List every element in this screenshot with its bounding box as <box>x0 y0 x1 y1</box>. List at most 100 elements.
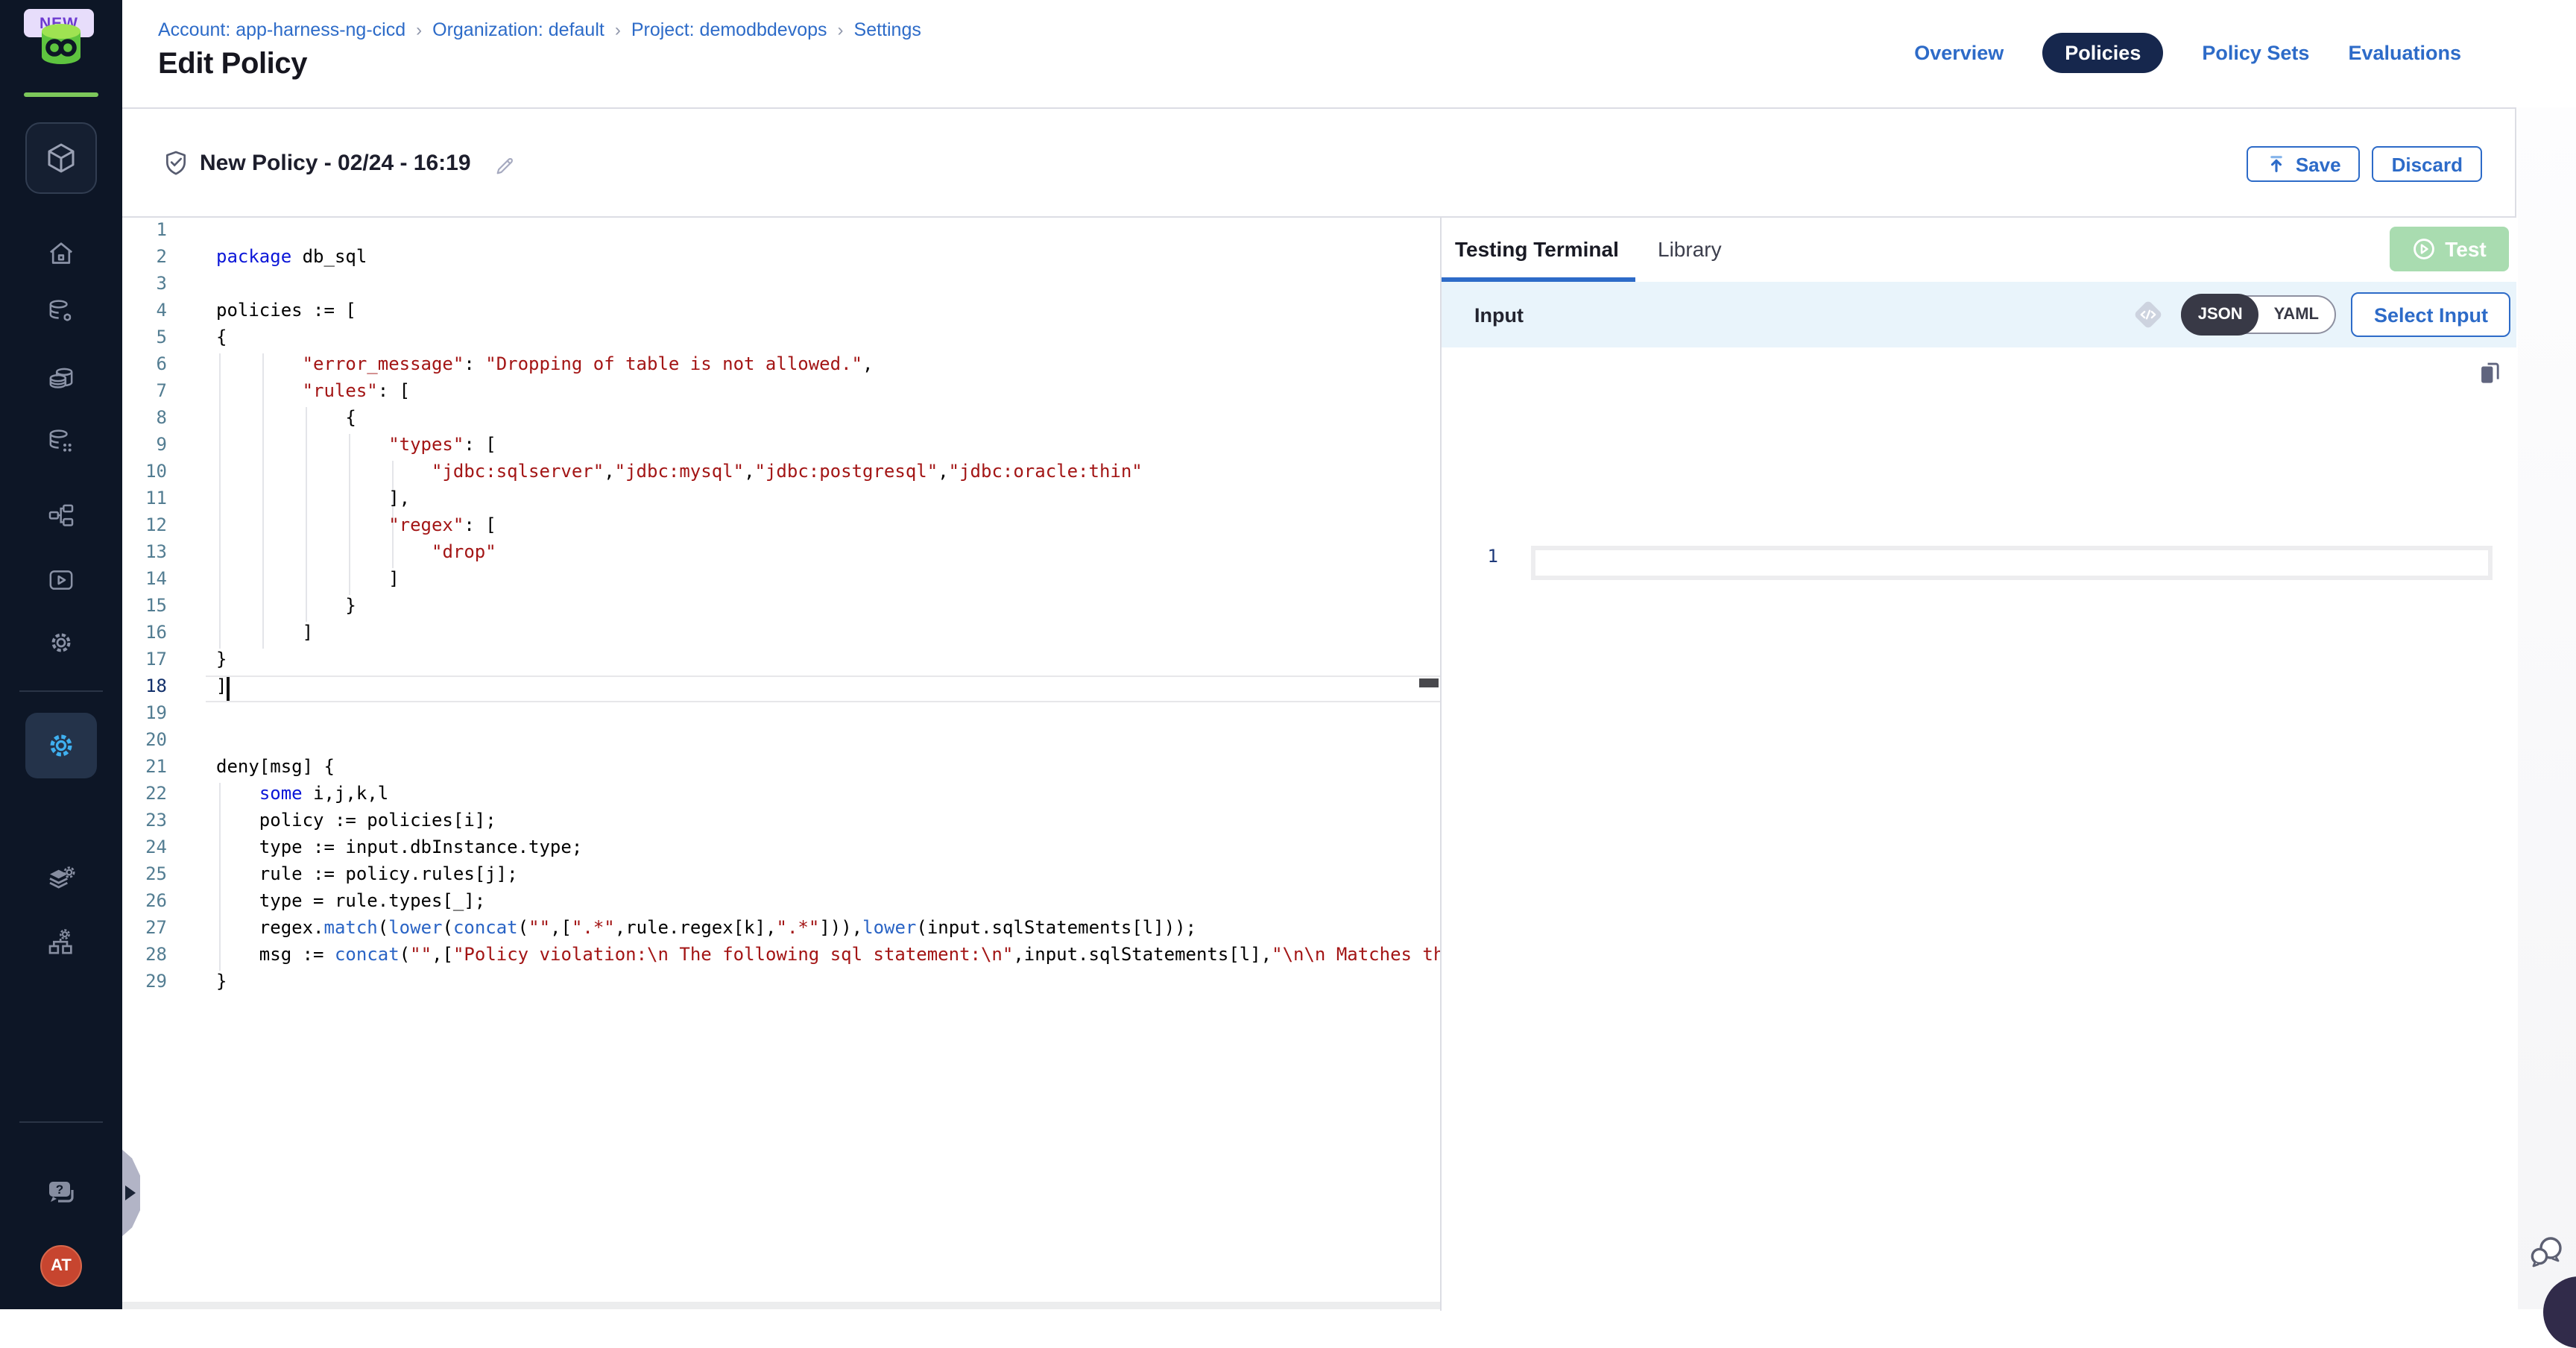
overview-ruler-mark <box>1419 678 1439 687</box>
horizontal-scrollbar[interactable] <box>122 1302 1440 1309</box>
line-number: 5 <box>122 327 167 353</box>
discard-button[interactable]: Discard <box>2373 146 2482 182</box>
tab-library[interactable]: Library <box>1658 237 1722 261</box>
line-number: 18 <box>122 675 167 702</box>
line-number: 23 <box>122 810 167 837</box>
support-chat-icon[interactable] <box>2527 1233 2566 1272</box>
code-line[interactable] <box>216 273 1440 300</box>
right-gutter <box>2518 107 2576 1309</box>
database-deploy-icon[interactable] <box>46 426 76 456</box>
code-line[interactable]: ] <box>216 568 1440 595</box>
gear-icon[interactable] <box>46 628 76 658</box>
input-gutter: 1 <box>1471 546 1498 580</box>
code-line[interactable]: deny[msg] { <box>216 756 1440 783</box>
chevron-right-icon <box>125 1185 136 1200</box>
code-line[interactable]: policy := policies[i]; <box>216 810 1440 837</box>
sidebar-divider <box>19 1121 103 1123</box>
code-line[interactable] <box>216 702 1440 729</box>
input-current-line[interactable] <box>1531 546 2493 580</box>
code-line[interactable]: policies := [ <box>216 300 1440 327</box>
line-number: 19 <box>122 702 167 729</box>
org-gear-icon[interactable] <box>46 927 76 957</box>
tab-policy-sets[interactable]: Policy Sets <box>2202 42 2309 64</box>
code-line[interactable]: ] <box>216 675 1440 702</box>
app-window: NEW <box>0 0 2576 1309</box>
code-line[interactable]: "jdbc:sqlserver","jdbc:mysql","jdbc:post… <box>216 461 1440 488</box>
line-number: 4 <box>122 300 167 327</box>
breadcrumb: Account: app-harness-ng-cicd › Organizat… <box>158 19 921 40</box>
code-line[interactable]: } <box>216 971 1440 998</box>
cube-icon <box>43 140 79 176</box>
code-line[interactable]: } <box>216 595 1440 622</box>
breadcrumb-separator: › <box>615 19 621 40</box>
breadcrumb-account[interactable]: Account: app-harness-ng-cicd <box>158 19 405 40</box>
editor-code[interactable]: package db_sqlpolicies := [{ "error_mess… <box>216 218 1440 998</box>
pipeline-tree-icon[interactable] <box>46 501 76 531</box>
sidebar-item-settings-active[interactable] <box>25 713 97 778</box>
code-line[interactable]: type = rule.types[_]; <box>216 890 1440 917</box>
code-line[interactable]: { <box>216 407 1440 434</box>
edit-pencil-icon[interactable] <box>493 152 519 177</box>
tab-overview[interactable]: Overview <box>1914 42 2004 64</box>
code-line[interactable]: "types": [ <box>216 434 1440 461</box>
code-line[interactable]: type := input.dbInstance.type; <box>216 837 1440 863</box>
database-gear-icon[interactable] <box>46 297 76 327</box>
layers-gear-icon[interactable] <box>46 865 76 895</box>
line-number: 6 <box>122 353 167 380</box>
line-number: 16 <box>122 622 167 649</box>
code-line[interactable]: rule := policy.rules[j]; <box>216 863 1440 890</box>
code-format-icon <box>2131 297 2167 333</box>
line-number: 21 <box>122 756 167 783</box>
breadcrumb-settings[interactable]: Settings <box>854 19 921 40</box>
code-line[interactable]: ], <box>216 488 1440 514</box>
line-number: 17 <box>122 649 167 675</box>
terminal-tabs: Testing Terminal Library Test <box>1442 218 2516 282</box>
select-input-button[interactable]: Select Input <box>2352 292 2510 337</box>
help-chat-icon[interactable]: ? <box>43 1178 79 1208</box>
format-json-option[interactable]: JSON <box>2182 294 2259 336</box>
line-number: 1 <box>122 219 167 246</box>
executions-play-icon[interactable] <box>46 565 76 595</box>
code-line[interactable]: msg := concat("",["Policy violation:\n T… <box>216 944 1440 971</box>
code-line[interactable]: some i,j,k,l <box>216 783 1440 810</box>
upload-icon <box>2266 154 2287 174</box>
page-header: Account: app-harness-ng-cicd › Organizat… <box>122 0 2576 107</box>
tab-policies-active[interactable]: Policies <box>2042 33 2163 73</box>
line-number: 13 <box>122 541 167 568</box>
line-number: 14 <box>122 568 167 595</box>
code-line[interactable] <box>216 729 1440 756</box>
module-selector-button[interactable] <box>25 122 97 194</box>
input-editor[interactable]: 1 <box>1442 347 2516 1311</box>
code-line[interactable]: "drop" <box>216 541 1440 568</box>
database-stack-icon[interactable] <box>46 364 76 394</box>
code-line[interactable]: } <box>216 649 1440 675</box>
tab-testing-terminal[interactable]: Testing Terminal <box>1455 237 1619 261</box>
code-line[interactable]: { <box>216 327 1440 353</box>
code-line[interactable]: ] <box>216 622 1440 649</box>
line-number: 15 <box>122 595 167 622</box>
shield-check-icon <box>161 148 191 179</box>
code-line[interactable]: "regex": [ <box>216 514 1440 541</box>
line-number: 27 <box>122 917 167 944</box>
discard-button-label: Discard <box>2392 153 2463 175</box>
avatar[interactable]: AT <box>40 1245 82 1287</box>
tab-evaluations[interactable]: Evaluations <box>2348 42 2461 64</box>
save-button[interactable]: Save <box>2247 146 2361 182</box>
line-number: 12 <box>122 514 167 541</box>
code-line[interactable] <box>216 219 1440 246</box>
line-number: 1 <box>1471 546 1498 580</box>
format-yaml-option[interactable]: YAML <box>2258 295 2335 334</box>
policy-toolbar: New Policy - 02/24 - 16:19 Save Discard <box>122 109 2515 218</box>
harness-dbops-logo-icon[interactable] <box>36 22 86 70</box>
breadcrumb-project[interactable]: Project: demodbdevops <box>631 19 827 40</box>
test-button-label: Test <box>2445 237 2487 261</box>
home-icon[interactable] <box>46 239 76 268</box>
breadcrumb-organization[interactable]: Organization: default <box>432 19 604 40</box>
policy-code-editor[interactable]: 1234567891011121314151617181920212223242… <box>122 218 1440 1311</box>
code-line[interactable]: "error_message": "Dropping of table is n… <box>216 353 1440 380</box>
code-line[interactable]: "rules": [ <box>216 380 1440 407</box>
code-line[interactable]: package db_sql <box>216 246 1440 273</box>
editor-gutter: 1234567891011121314151617181920212223242… <box>122 218 167 998</box>
test-button[interactable]: Test <box>2390 227 2509 271</box>
code-line[interactable]: regex.match(lower(concat("",[".*",rule.r… <box>216 917 1440 944</box>
